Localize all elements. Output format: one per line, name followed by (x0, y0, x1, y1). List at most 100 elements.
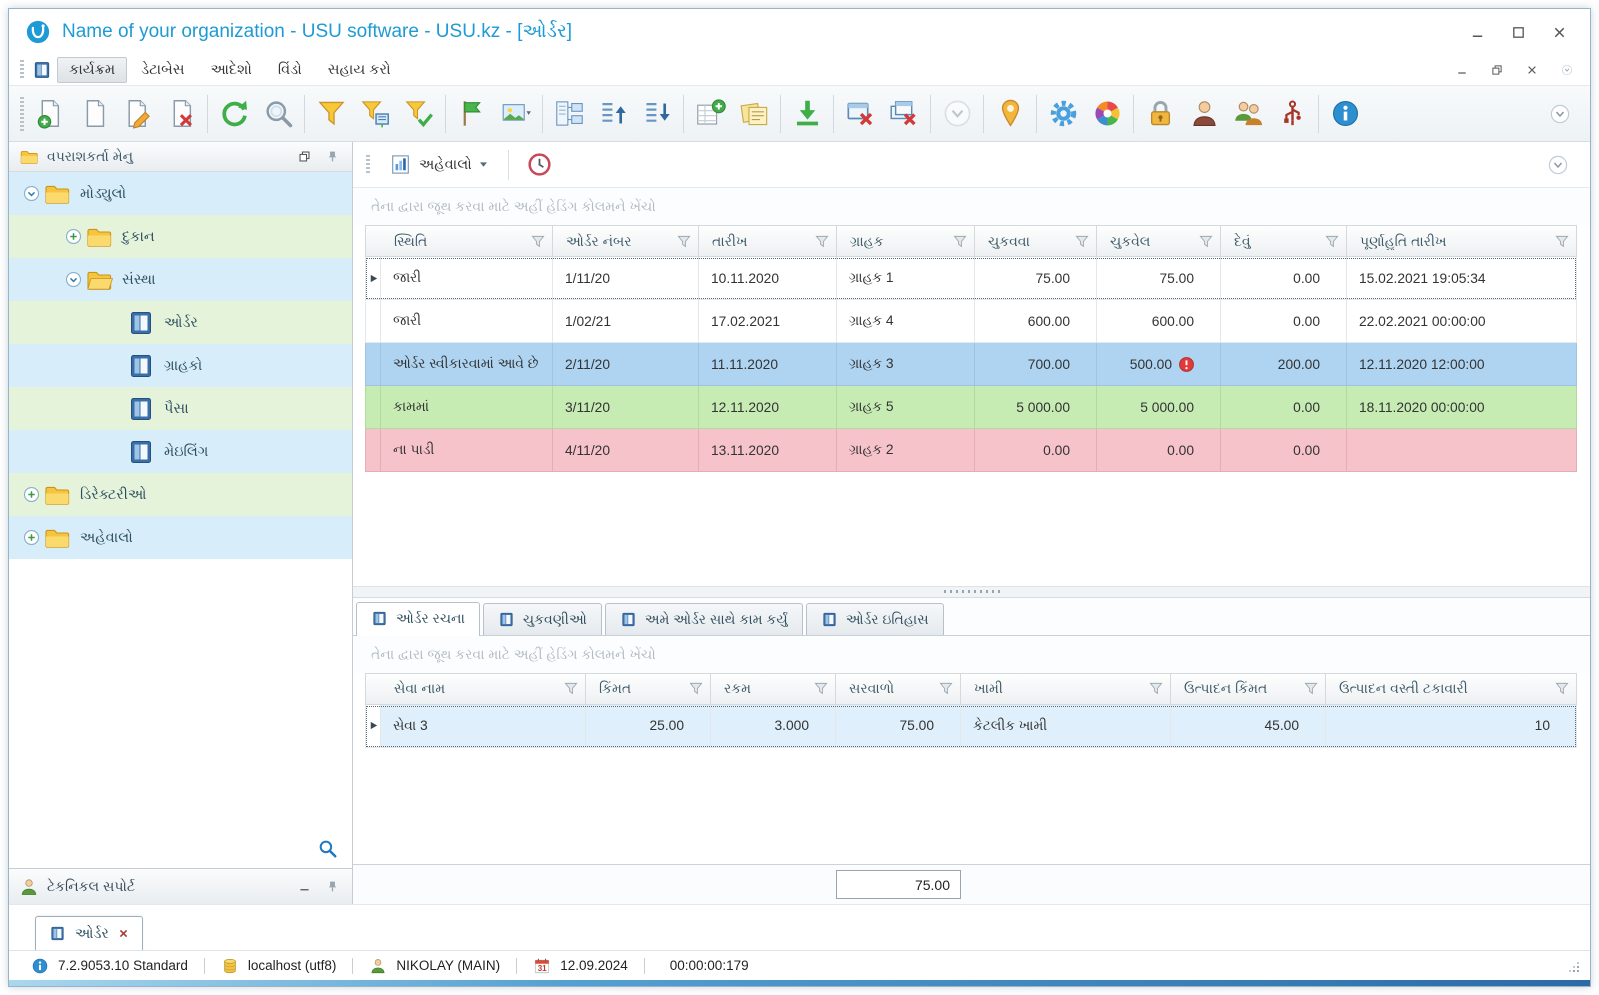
tab-order-composition[interactable]: ઓર્ડર રચના (356, 602, 480, 636)
filter-icon[interactable] (1555, 682, 1569, 695)
column-header-price[interactable]: કિંમત (586, 673, 711, 705)
expand-node-icon[interactable] (61, 228, 85, 245)
column-header-to_pay[interactable]: ચુકવવા (975, 225, 1097, 257)
filter-icon[interactable] (1325, 235, 1339, 248)
column-header-prod_cost[interactable]: ઉત્પાદન કિંમત (1171, 673, 1326, 705)
toolbar-grip[interactable] (20, 97, 24, 131)
user-button[interactable] (1182, 91, 1226, 137)
column-header-status[interactable]: સ્થિતિ (381, 225, 553, 257)
sidebar-item-mailing[interactable]: મેઇલિંગ (9, 430, 352, 473)
add-record-button[interactable] (27, 91, 71, 137)
filter-icon[interactable] (814, 682, 828, 695)
image-dropdown-button[interactable] (494, 91, 538, 137)
menu-window[interactable]: વિંડો (266, 57, 314, 83)
filter-check-button[interactable] (397, 91, 441, 137)
sidebar-item-orders[interactable]: ઓર્ડર (9, 301, 352, 344)
column-header-completion[interactable]: પૂર્ણાહુતિ તારીખ (1347, 225, 1577, 257)
filter-button[interactable] (309, 91, 353, 137)
close-button[interactable] (1544, 20, 1574, 44)
support-pin-button[interactable] (322, 877, 342, 897)
mdi-restore-button[interactable] (1482, 58, 1512, 82)
table-row[interactable]: સેવા 325.003.00075.00કેટલીક ખામી45.0010 (365, 705, 1577, 748)
filter-edit-button[interactable] (353, 91, 397, 137)
filter-icon[interactable] (1555, 235, 1569, 248)
tab-order-history[interactable]: ઓર્ડર ઇતિહાસ (806, 603, 944, 635)
lock-button[interactable] (1138, 91, 1182, 137)
filter-icon[interactable] (939, 682, 953, 695)
sidebar-pin-button[interactable] (322, 147, 342, 167)
filter-icon[interactable] (953, 235, 967, 248)
menu-program[interactable]: કાર્યક્રમ (57, 57, 127, 83)
expand-node-icon[interactable] (19, 529, 43, 546)
sidebar-item-organization[interactable]: સંસ્થા (9, 258, 352, 301)
sidebar-search-button[interactable] (318, 839, 338, 859)
sidebar-item-shop[interactable]: દુકાન (9, 215, 352, 258)
sidebar-item-money[interactable]: પૈસા (9, 387, 352, 430)
table-row[interactable]: જારી1/02/2117.02.2021ગ્રાહક 4600.00600.0… (365, 300, 1577, 343)
refresh-button[interactable] (212, 91, 256, 137)
sidebar-item-reports[interactable]: અહેવાલો (9, 516, 352, 559)
column-header-prod_pct[interactable]: ઉત્પાદન વસ્તી ટકાવારી (1326, 673, 1577, 705)
sidebar-item-customers[interactable]: ગ્રાહકો (9, 344, 352, 387)
timer-button[interactable] (520, 145, 560, 185)
tree-new-button[interactable] (547, 91, 591, 137)
collapse-node-icon[interactable] (19, 185, 43, 202)
table-row[interactable]: ના પાડી4/11/2013.11.2020ગ્રાહક 20.000.00… (365, 429, 1577, 472)
column-header-customer[interactable]: ગ્રાહક (837, 225, 975, 257)
filter-icon[interactable] (531, 235, 545, 248)
column-header-number[interactable]: ઓર્ડર નંબર (553, 225, 699, 257)
expand-node-icon[interactable] (19, 486, 43, 503)
sidebar-item-modules[interactable]: મોડ્યુલો (9, 172, 352, 215)
settings-gear-button[interactable] (1041, 91, 1085, 137)
minimize-button[interactable] (1462, 20, 1492, 44)
column-header-total[interactable]: સરવાળો (836, 673, 961, 705)
filter-icon[interactable] (689, 682, 703, 695)
content-toolbar-grip[interactable] (366, 155, 370, 175)
column-header-date[interactable]: તારીખ (699, 225, 837, 257)
filter-icon[interactable] (677, 235, 691, 248)
support-panel[interactable]: ટેકનિકલ સપોર્ટ (9, 868, 352, 904)
menu-commands[interactable]: આદેશો (198, 57, 263, 83)
horizontal-splitter[interactable] (353, 586, 1590, 598)
sidebar-float-button[interactable] (294, 147, 314, 167)
menu-database[interactable]: ડેટાબેસ (129, 57, 196, 83)
collapse-node-icon[interactable] (61, 271, 85, 288)
tree-expand-button[interactable] (635, 91, 679, 137)
edit-record-button[interactable] (115, 91, 159, 137)
reports-button[interactable]: અહેવાલો (380, 148, 497, 181)
close-all-windows-button[interactable] (882, 91, 926, 137)
resize-grip[interactable] (1566, 959, 1580, 973)
table-row[interactable]: જારી1/11/2010.11.2020ગ્રાહક 175.0075.000… (365, 257, 1577, 300)
search-button[interactable] (256, 91, 300, 137)
mdi-minimize-button[interactable] (1447, 58, 1477, 82)
tab-payments[interactable]: ચુકવણીઓ (483, 603, 602, 635)
column-header-debt[interactable]: દેવું (1221, 225, 1347, 257)
copy-record-button[interactable] (71, 91, 115, 137)
tree-collapse-button[interactable] (591, 91, 635, 137)
close-window-button[interactable] (838, 91, 882, 137)
map-pin-button[interactable] (988, 91, 1032, 137)
filter-icon[interactable] (1304, 682, 1318, 695)
sidebar-item-directories[interactable]: ડિરેક્ટરીઓ (9, 473, 352, 516)
plug-button[interactable] (1270, 91, 1314, 137)
filter-icon[interactable] (1149, 682, 1163, 695)
filter-icon[interactable] (1075, 235, 1089, 248)
filter-icon[interactable] (1199, 235, 1213, 248)
column-header-qty[interactable]: રકમ (711, 673, 836, 705)
table-row[interactable]: કામમાં3/11/2012.11.2020ગ્રાહક 55 000.005… (365, 386, 1577, 429)
mdi-close-button[interactable] (1517, 58, 1547, 82)
export-download-button[interactable] (785, 91, 829, 137)
color-wheel-button[interactable] (1085, 91, 1129, 137)
toolbar-overflow-button[interactable] (1538, 91, 1582, 137)
content-overflow-button[interactable] (1536, 142, 1580, 188)
filter-icon[interactable] (815, 235, 829, 248)
menu-help[interactable]: સહાય કરો (316, 57, 403, 83)
support-minimize-button[interactable] (294, 877, 314, 897)
toolbar-overflow-button[interactable] (935, 91, 979, 137)
flag-button[interactable] (450, 91, 494, 137)
column-header-service[interactable]: સેવા નામ (381, 673, 586, 705)
add-row-button[interactable] (688, 91, 732, 137)
notes-button[interactable] (732, 91, 776, 137)
menubar-overflow-button[interactable] (1552, 58, 1582, 82)
filter-icon[interactable] (564, 682, 578, 695)
